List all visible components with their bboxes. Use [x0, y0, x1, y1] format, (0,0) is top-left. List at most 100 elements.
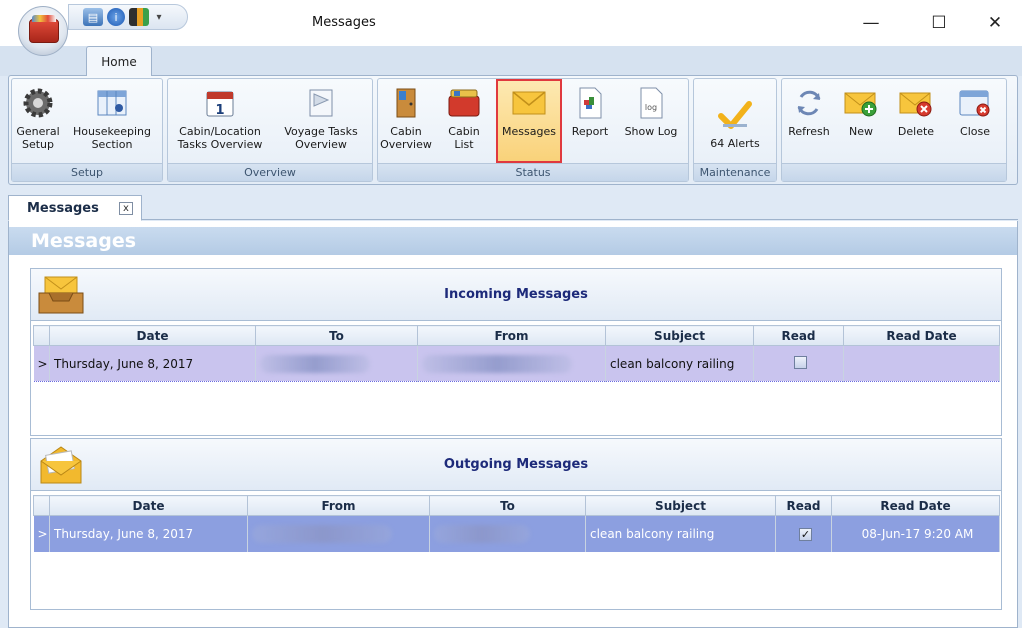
cell-read-date[interactable]: 08-Jun-17 9:20 AM — [831, 515, 1000, 552]
quick-access-toolbar: ▤ i ▾ — [68, 4, 188, 30]
document-tabstrip — [8, 190, 1018, 220]
app-window: ▤ i ▾ Messages — ☐ ✕ Home General Setup — [0, 0, 1022, 628]
cell-to-redacted[interactable] — [255, 345, 418, 382]
voyage-tasks-overview-button[interactable]: Voyage Tasks Overview — [272, 81, 370, 163]
info-icon[interactable]: i — [107, 8, 125, 26]
group-label-maintenance: Maintenance — [694, 163, 776, 181]
minimize-button[interactable]: — — [854, 8, 888, 38]
row-indicator-icon: > — [33, 345, 50, 382]
group-label-status: Status — [378, 163, 688, 181]
map-flag-icon — [303, 85, 339, 121]
report-icon — [572, 85, 608, 121]
read-checkbox[interactable]: ✓ — [799, 527, 812, 541]
gear-icon — [20, 85, 56, 121]
column-header-from[interactable]: From — [247, 495, 430, 516]
ribbon-group-actions: Refresh New Delete Close — [781, 78, 1007, 182]
housekeeping-section-button[interactable]: Housekeeping Section — [64, 81, 160, 163]
column-header-subject[interactable]: Subject — [605, 325, 754, 346]
table-row[interactable]: > Thursday, June 8, 2017 clean balcony r… — [33, 515, 1000, 552]
incoming-title: Incoming Messages — [444, 287, 588, 302]
ribbon-group-setup: General Setup Housekeeping Section Setup — [11, 78, 163, 182]
cell-date[interactable]: Thursday, June 8, 2017 — [49, 345, 256, 382]
outgoing-grid: Date From To Subject Read Read Date > Th… — [33, 495, 1000, 552]
column-header-to[interactable]: To — [255, 325, 418, 346]
cell-to-redacted[interactable] — [429, 515, 586, 552]
cell-from-redacted[interactable] — [417, 345, 606, 382]
table-row[interactable]: > Thursday, June 8, 2017 clean balcony r… — [33, 345, 1000, 382]
cell-date[interactable]: Thursday, June 8, 2017 — [49, 515, 248, 552]
column-header-date[interactable]: Date — [49, 325, 256, 346]
table-person-icon — [94, 85, 130, 121]
column-header-date[interactable]: Date — [49, 495, 248, 516]
cabin-list-button[interactable]: Cabin List — [434, 81, 494, 163]
cell-read[interactable] — [753, 345, 844, 382]
messages-button[interactable]: Messages — [496, 79, 562, 163]
column-header-read-date[interactable]: Read Date — [843, 325, 1000, 346]
delete-button[interactable]: Delete — [888, 81, 944, 163]
envelope-icon — [511, 85, 547, 121]
incoming-panel-header: Incoming Messages — [31, 269, 1001, 321]
trunk-list-icon — [446, 85, 482, 121]
refresh-button[interactable]: Refresh — [784, 81, 834, 163]
cell-subject[interactable]: clean balcony railing — [605, 345, 754, 382]
group-label-overview: Overview — [168, 163, 372, 181]
tab-home[interactable]: Home — [86, 46, 152, 76]
cell-read[interactable]: ✓ — [775, 515, 832, 552]
outgoing-messages-panel: Outgoing Messages Date From To Subject R… — [30, 438, 1002, 610]
application-menu-button[interactable] — [18, 6, 68, 56]
qat-menu-icon[interactable]: ▾ — [153, 8, 165, 26]
ribbon: General Setup Housekeeping Section Setup… — [8, 75, 1018, 185]
log-file-icon: log — [633, 85, 669, 121]
report-button[interactable]: Report — [564, 81, 616, 163]
ribbon-group-maintenance: 64 Alerts Maintenance — [693, 78, 777, 182]
general-setup-button[interactable]: General Setup — [14, 81, 62, 163]
trunk-logo-icon — [29, 15, 59, 43]
column-header-to[interactable]: To — [429, 495, 586, 516]
close-window-button[interactable]: ✕ — [978, 8, 1012, 38]
cabin-location-tasks-overview-button[interactable]: 1 Cabin/Location Tasks Overview — [170, 81, 270, 163]
incoming-grid: Date To From Subject Read Read Date > Th… — [33, 325, 1000, 382]
read-checkbox[interactable] — [794, 355, 807, 369]
ribbon-group-overview: 1 Cabin/Location Tasks Overview Voyage T… — [167, 78, 373, 182]
column-header-read[interactable]: Read — [753, 325, 844, 346]
outgoing-header-row: Date From To Subject Read Read Date — [33, 495, 1000, 516]
title-bar: ▤ i ▾ Messages — ☐ ✕ — [0, 0, 1022, 46]
row-selector-header — [33, 495, 50, 516]
ribbon-group-status: Cabin Overview Cabin List Messages Repor… — [377, 78, 689, 182]
incoming-header-row: Date To From Subject Read Read Date — [33, 325, 1000, 346]
column-header-read[interactable]: Read — [775, 495, 832, 516]
new-button[interactable]: New — [838, 81, 884, 163]
folder-icon[interactable]: ▤ — [83, 8, 103, 26]
svg-text:log: log — [645, 103, 657, 112]
close-tab-icon[interactable]: x — [119, 202, 133, 215]
maximize-button[interactable]: ☐ — [922, 8, 956, 38]
window-title: Messages — [312, 15, 376, 30]
door-icon — [388, 85, 424, 121]
close-button[interactable]: Close — [948, 81, 1002, 163]
calendar-icon: 1 — [202, 85, 238, 121]
svg-text:1: 1 — [215, 103, 224, 118]
ribbon-tabstrip — [0, 46, 1022, 76]
delete-envelope-icon — [898, 85, 934, 121]
cabin-overview-button[interactable]: Cabin Overview — [380, 81, 432, 163]
cell-from-redacted[interactable] — [247, 515, 430, 552]
new-envelope-icon — [843, 85, 879, 121]
cell-subject[interactable]: clean balcony railing — [585, 515, 776, 552]
content-header: Messages — [9, 227, 1017, 255]
row-indicator-icon: > — [33, 515, 50, 552]
incoming-messages-panel: Incoming Messages Date To From Subject R… — [30, 268, 1002, 436]
tab-messages-document[interactable]: Messages x — [8, 195, 142, 221]
refresh-icon — [791, 85, 827, 121]
flag-icon[interactable] — [129, 8, 149, 26]
cell-read-date[interactable] — [843, 345, 1000, 382]
column-header-subject[interactable]: Subject — [585, 495, 776, 516]
group-label-setup: Setup — [12, 163, 162, 181]
column-header-read-date[interactable]: Read Date — [831, 495, 1000, 516]
column-header-from[interactable]: From — [417, 325, 606, 346]
group-label-actions — [782, 163, 1006, 181]
outgoing-title: Outgoing Messages — [443, 457, 589, 472]
close-window-icon — [957, 85, 993, 121]
row-selector-header — [33, 325, 50, 346]
show-log-button[interactable]: log Show Log — [618, 81, 684, 163]
outgoing-panel-header: Outgoing Messages — [31, 439, 1001, 491]
